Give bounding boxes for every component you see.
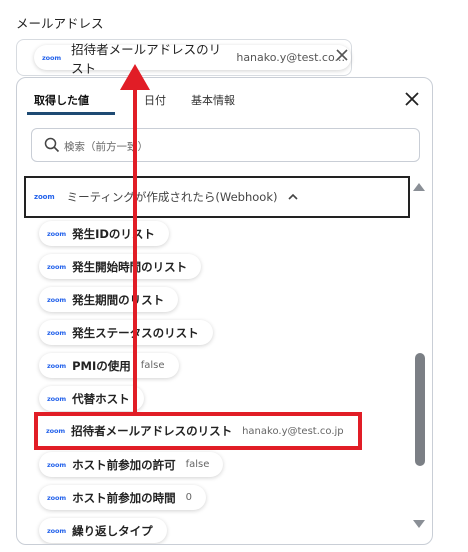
list-item[interactable]: zoom ホスト前参加の許可 false	[39, 452, 224, 477]
zoom-logo-icon: zoom	[47, 262, 67, 271]
list-item-label: 発生IDのリスト	[72, 226, 155, 241]
list-item[interactable]: zoom PMIの使用 false	[39, 353, 179, 378]
zoom-logo-icon: zoom	[47, 328, 67, 337]
search-placeholder: 検索（前方一致）	[64, 141, 148, 153]
scroll-up-arrow-icon[interactable]	[412, 181, 426, 193]
list-item-value: false	[185, 459, 210, 470]
chevron-up-icon[interactable]	[287, 191, 299, 203]
zoom-logo-icon: zoom	[47, 394, 67, 403]
list-item[interactable]: zoom 発生開始時間のリスト	[39, 254, 202, 279]
tab-basic-info[interactable]: 基本情報	[191, 92, 235, 108]
search-icon	[44, 137, 60, 153]
tab-date[interactable]: 日付	[144, 92, 166, 108]
group-header-zoom-webhook[interactable]: zoom ミーティングが作成されたら(Webhook)	[24, 176, 410, 218]
scroll-down-arrow-icon[interactable]	[412, 518, 426, 530]
list-item-label: 発生期間のリスト	[72, 292, 165, 307]
zoom-logo-icon: zoom	[47, 460, 67, 469]
list-item[interactable]: zoom 代替ホスト	[39, 386, 144, 411]
list-item-label: 繰り返しタイプ	[72, 523, 153, 538]
list-item-label: 発生ステータスのリスト	[72, 325, 199, 340]
zoom-logo-icon: zoom	[47, 493, 67, 502]
zoom-logo-icon: zoom	[34, 193, 55, 201]
group-title: ミーティングが作成されたら(Webhook)	[66, 190, 278, 204]
list-item[interactable]: zoom 招待者メールアドレスのリスト hanako.y@test.co.jp	[34, 412, 362, 450]
tab-bar: 取得した値 日付 基本情報	[17, 78, 432, 118]
close-icon[interactable]	[404, 91, 420, 107]
list-item[interactable]: zoom ホスト前参加の時間 0	[39, 485, 206, 510]
search-input[interactable]: 検索（前方一致）	[31, 128, 420, 162]
list-item-label: 代替ホスト	[72, 391, 130, 406]
chip-value: hanako.y@test.co...	[236, 51, 345, 64]
list-item-label: 発生開始時間のリスト	[72, 259, 188, 274]
zoom-logo-icon: zoom	[47, 229, 67, 238]
list-item[interactable]: zoom 発生IDのリスト	[39, 221, 169, 246]
zoom-logo-icon: zoom	[42, 53, 62, 62]
list-item-label: ホスト前参加の許可	[72, 457, 176, 472]
clear-icon[interactable]	[335, 48, 349, 62]
tab-retrieved-values[interactable]: 取得した値	[34, 92, 89, 108]
zoom-logo-icon: zoom	[46, 427, 66, 435]
list-item-label: PMIの使用	[72, 358, 131, 373]
list-item-label: 招待者メールアドレスのリスト	[71, 424, 233, 438]
list-item-label: ホスト前参加の時間	[72, 490, 176, 505]
field-label: メールアドレス	[16, 16, 104, 31]
list-item[interactable]: zoom 繰り返しタイプ	[39, 518, 167, 543]
value-picker-popup: 取得した値 日付 基本情報 検索（前方一致） zoom ミーティングが作成された…	[16, 77, 433, 545]
zoom-logo-icon: zoom	[47, 295, 67, 304]
selected-value-field[interactable]: zoom 招待者メールアドレスのリスト hanako.y@test.co...	[16, 39, 352, 76]
list-item[interactable]: zoom 発生期間のリスト	[39, 287, 179, 312]
scrollbar-thumb[interactable]	[415, 353, 425, 466]
list-item-value: false	[140, 360, 165, 371]
list-item-value: 0	[185, 492, 192, 503]
chip-label: 招待者メールアドレスのリスト	[71, 41, 222, 76]
zoom-logo-icon: zoom	[47, 361, 67, 370]
zoom-logo-icon: zoom	[47, 526, 67, 535]
list-item-value: hanako.y@test.co.jp	[242, 425, 344, 437]
list-item[interactable]: zoom 発生ステータスのリスト	[39, 320, 213, 345]
selected-value-chip[interactable]: zoom 招待者メールアドレスのリスト hanako.y@test.co...	[34, 42, 351, 76]
active-tab-indicator	[27, 112, 115, 115]
